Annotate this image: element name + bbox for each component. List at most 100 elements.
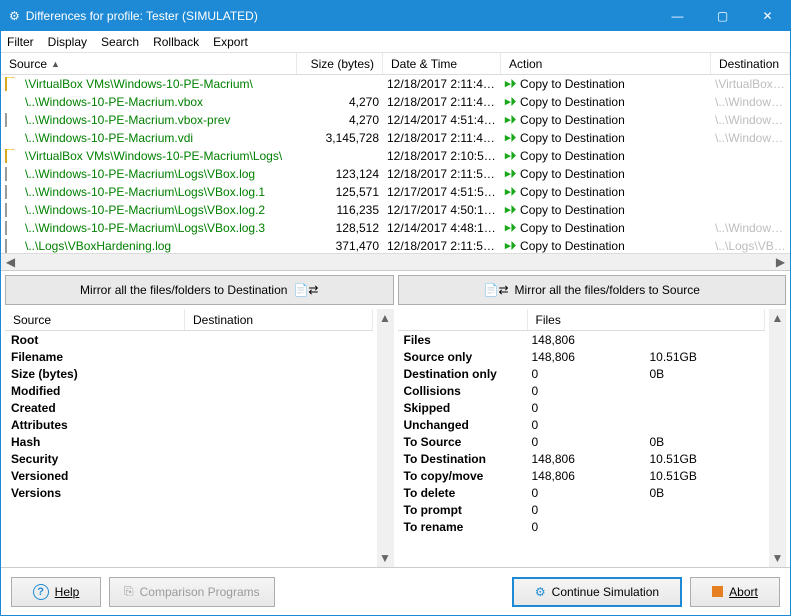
h-scrollbar[interactable]: ◀ ▶ bbox=[1, 253, 790, 270]
size-cell: 123,124 bbox=[297, 167, 383, 181]
sort-asc-icon: ▲ bbox=[51, 59, 60, 69]
mirror-left-label: Mirror all the files/folders to Destinat… bbox=[80, 283, 287, 297]
size-cell: 3,145,728 bbox=[297, 131, 383, 145]
titlebar: ⚙ Differences for profile: Tester (SIMUL… bbox=[1, 1, 790, 31]
date-cell: 12/18/2017 2:11:50 … bbox=[383, 167, 501, 181]
info-row: Filename bbox=[5, 348, 373, 365]
close-button[interactable]: ✕ bbox=[745, 1, 790, 31]
mirror-to-source-button[interactable]: 📄⇄ Mirror all the files/folders to Sourc… bbox=[398, 275, 787, 305]
size-cell: 4,270 bbox=[297, 113, 383, 127]
info-left-pane: Source Destination RootFilenameSize (byt… bbox=[5, 309, 373, 567]
table-row[interactable]: \VirtualBox VMs\Windows-10-PE-Macrium\Lo… bbox=[1, 147, 790, 165]
play-icon: ▸⏵ bbox=[505, 221, 516, 235]
play-icon: ▸⏵ bbox=[505, 167, 516, 181]
size-cell: 128,512 bbox=[297, 221, 383, 235]
col-size[interactable]: Size (bytes) bbox=[297, 53, 383, 74]
date-cell: 12/18/2017 2:11:48 … bbox=[383, 131, 501, 145]
v-scrollbar-right[interactable]: ▲▼ bbox=[769, 309, 786, 567]
action-label: Copy to Destination bbox=[520, 203, 625, 217]
dest-cell: \..\Windows-10… bbox=[711, 221, 790, 235]
table-row[interactable]: \..\Windows-10-PE-Macrium\Logs\VBox.log.… bbox=[1, 201, 790, 219]
info-row: Versions bbox=[5, 484, 373, 501]
table-row[interactable]: \..\Logs\VBoxHardening.log 371,47012/18/2… bbox=[1, 237, 790, 253]
play-icon: ▸⏵ bbox=[505, 113, 516, 127]
maximize-button[interactable]: ▢ bbox=[700, 1, 745, 31]
continue-simulation-button[interactable]: ⚙Continue Simulation bbox=[512, 577, 682, 607]
dest-cell: \..\Logs\VBoxH… bbox=[711, 239, 790, 253]
dest-cell: \VirtualBox VMs\… bbox=[711, 77, 790, 91]
comparison-programs-button[interactable]: ⎘Comparison Programs bbox=[109, 577, 275, 607]
table-row[interactable]: \..\Windows-10-PE-Macrium.vbox-prev 4,270… bbox=[1, 111, 790, 129]
play-icon: ▸⏵ bbox=[505, 185, 516, 199]
table-row[interactable]: \..\Windows-10-PE-Macrium\Logs\VBox.log.… bbox=[1, 183, 790, 201]
info-left-col-source[interactable]: Source bbox=[5, 309, 185, 330]
menu-export[interactable]: Export bbox=[213, 35, 248, 49]
source-name: \..\Windows-10-PE-Macrium\Logs\VBox.log.… bbox=[25, 203, 265, 217]
stats-row: Destination only00B bbox=[398, 365, 766, 382]
info-row: Versioned bbox=[5, 467, 373, 484]
source-name: \..\Windows-10-PE-Macrium.vbox-prev bbox=[25, 113, 230, 127]
dest-cell: \..\Windows-10… bbox=[711, 131, 790, 145]
size-cell: 371,470 bbox=[297, 239, 383, 253]
menu-rollback[interactable]: Rollback bbox=[153, 35, 199, 49]
info-right-blank bbox=[398, 309, 528, 330]
abort-button[interactable]: Abort bbox=[690, 577, 780, 607]
info-right-col-files[interactable]: Files bbox=[528, 309, 766, 330]
menu-search[interactable]: Search bbox=[101, 35, 139, 49]
date-cell: 12/18/2017 2:11:49 … bbox=[383, 77, 501, 91]
action-label: Copy to Destination bbox=[520, 77, 625, 91]
gear-icon: ⚙ bbox=[535, 585, 546, 599]
action-label: Copy to Destination bbox=[520, 185, 625, 199]
size-cell: 116,235 bbox=[297, 203, 383, 217]
action-label: Copy to Destination bbox=[520, 221, 625, 235]
action-label: Copy to Destination bbox=[520, 131, 625, 145]
minimize-button[interactable]: — bbox=[655, 1, 700, 31]
info-left-col-dest[interactable]: Destination bbox=[185, 309, 373, 330]
stats-row: Collisions0 bbox=[398, 382, 766, 399]
col-source[interactable]: Source▲ bbox=[1, 53, 297, 74]
scroll-right-icon[interactable]: ▶ bbox=[773, 255, 788, 269]
table-row[interactable]: \..\Windows-10-PE-Macrium\Logs\VBox.log.… bbox=[1, 219, 790, 237]
stats-row: To Destination148,80610.51GB bbox=[398, 450, 766, 467]
date-cell: 12/18/2017 2:11:50 … bbox=[383, 239, 501, 253]
table-row[interactable]: \VirtualBox VMs\Windows-10-PE-Macrium\ 12… bbox=[1, 75, 790, 93]
size-cell: 125,571 bbox=[297, 185, 383, 199]
date-cell: 12/14/2017 4:51:49 … bbox=[383, 113, 501, 127]
help-button[interactable]: ?Help bbox=[11, 577, 101, 607]
date-cell: 12/18/2017 2:10:52 … bbox=[383, 149, 501, 163]
table-row[interactable]: \..\Windows-10-PE-Macrium.vdi3,145,72812… bbox=[1, 129, 790, 147]
dest-cell: \..\Windows-10… bbox=[711, 95, 790, 109]
menu-display[interactable]: Display bbox=[48, 35, 87, 49]
source-name: \VirtualBox VMs\Windows-10-PE-Macrium\ bbox=[25, 77, 253, 91]
mirror-to-destination-button[interactable]: Mirror all the files/folders to Destinat… bbox=[5, 275, 394, 305]
v-scrollbar-left[interactable]: ▲▼ bbox=[377, 309, 394, 567]
scroll-left-icon[interactable]: ◀ bbox=[3, 255, 18, 269]
window-title: Differences for profile: Tester (SIMULAT… bbox=[26, 9, 655, 23]
play-icon: ▸⏵ bbox=[505, 239, 516, 253]
play-icon: ▸⏵ bbox=[505, 131, 516, 145]
play-icon: ▸⏵ bbox=[505, 95, 516, 109]
table-row[interactable]: \..\Windows-10-PE-Macrium\Logs\VBox.log1… bbox=[1, 165, 790, 183]
play-icon: ▸⏵ bbox=[505, 203, 516, 217]
date-cell: 12/17/2017 4:51:54 … bbox=[383, 185, 501, 199]
menu-filter[interactable]: Filter bbox=[7, 35, 34, 49]
info-row: Attributes bbox=[5, 416, 373, 433]
source-name: \..\Windows-10-PE-Macrium\Logs\VBox.log.… bbox=[25, 221, 265, 235]
menubar: Filter Display Search Rollback Export bbox=[1, 31, 790, 53]
info-right-pane: Files Files148,806Source only148,80610.5… bbox=[398, 309, 766, 567]
help-icon: ? bbox=[33, 584, 49, 600]
date-cell: 12/18/2017 2:11:49 … bbox=[383, 95, 501, 109]
source-name: \..\Logs\VBoxHardening.log bbox=[25, 239, 171, 253]
col-action[interactable]: Action bbox=[501, 53, 711, 74]
stop-icon bbox=[712, 586, 723, 597]
col-destination[interactable]: Destination bbox=[711, 53, 790, 74]
stats-row: To Source00B bbox=[398, 433, 766, 450]
col-date[interactable]: Date & Time bbox=[383, 53, 501, 74]
info-row: Root bbox=[5, 331, 373, 348]
mirror-icon: 📄⇄ bbox=[484, 283, 509, 297]
dest-cell: \..\Windows-10… bbox=[711, 113, 790, 127]
info-row: Security bbox=[5, 450, 373, 467]
app-icon: ⚙ bbox=[9, 9, 20, 23]
table-row[interactable]: \..\Windows-10-PE-Macrium.vbox4,27012/18… bbox=[1, 93, 790, 111]
action-label: Copy to Destination bbox=[520, 167, 625, 181]
